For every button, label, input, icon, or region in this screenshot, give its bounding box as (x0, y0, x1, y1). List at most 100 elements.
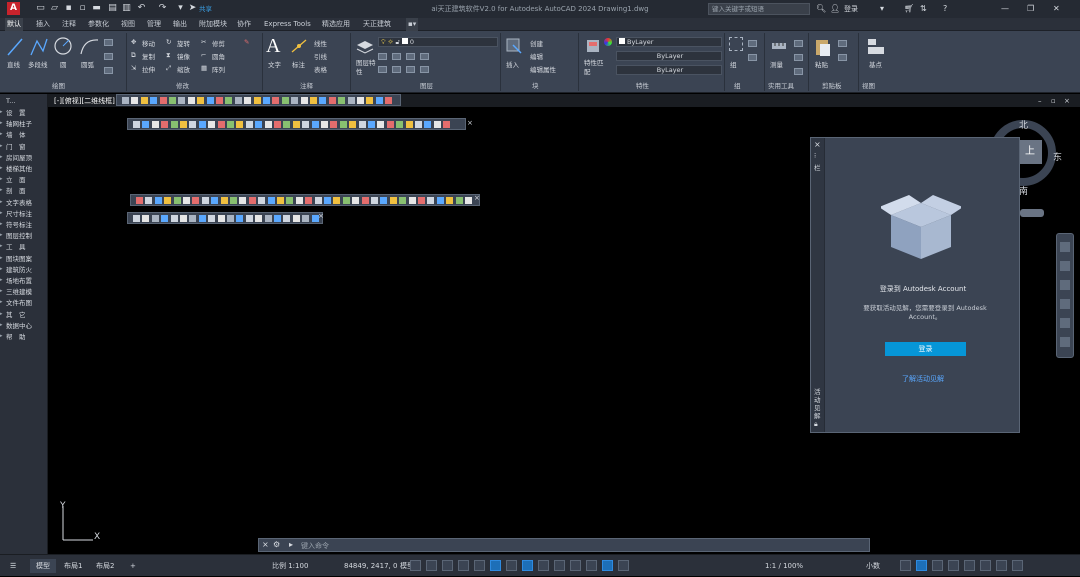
modify-panel-label[interactable]: 修改 (176, 80, 189, 90)
toolbar-tool-icon[interactable] (198, 121, 206, 128)
floating-toolbar-top[interactable] (116, 94, 401, 106)
toolbar-tool-icon[interactable] (159, 97, 167, 104)
rotate-icon[interactable]: ↻ (166, 38, 171, 46)
undo-icon[interactable]: ↶ (136, 3, 147, 14)
save-as-icon[interactable]: ▫ (77, 3, 88, 14)
toolbar-tool-icon[interactable] (206, 97, 214, 104)
status-toggle-icon[interactable] (410, 560, 421, 571)
toolbar-tool-icon[interactable] (283, 215, 291, 222)
toolbar-tool-icon[interactable] (272, 97, 280, 104)
layer-combo[interactable]: 💡︎ ☼ 🔓︎ 0 (378, 37, 498, 47)
toolbar-tool-icon[interactable] (291, 97, 299, 104)
toolbar-tool-icon[interactable] (427, 197, 435, 204)
toolbar-tool-icon[interactable] (161, 215, 169, 222)
status-toggle-icon[interactable] (900, 560, 911, 571)
toolbar-tool-icon[interactable] (377, 121, 385, 128)
toolbar-tool-icon[interactable] (281, 97, 289, 104)
toolbar-tool-icon[interactable] (170, 121, 178, 128)
toolbar-tool-icon[interactable] (227, 121, 234, 128)
layer-tool-icon[interactable] (406, 53, 415, 60)
nav-tool-icon[interactable] (1060, 242, 1070, 252)
toolbar-tool-icon[interactable] (443, 121, 451, 128)
toolbar-tool-icon[interactable] (292, 121, 300, 128)
command-input[interactable]: 键入命令 (301, 541, 329, 551)
side-menu-item[interactable]: 文字表格 (6, 198, 48, 209)
toolbar-tool-icon[interactable] (145, 197, 153, 204)
status-toggle-icon[interactable] (426, 560, 437, 571)
side-menu-item[interactable]: 轴网柱子 (6, 119, 48, 130)
toolbar-tool-icon[interactable] (455, 197, 463, 204)
side-menu-header[interactable]: T... (6, 96, 48, 107)
toolbar-tool-icon[interactable] (133, 215, 140, 222)
group-tool-icon[interactable] (748, 40, 757, 47)
toolbar-tool-icon[interactable] (314, 197, 322, 204)
array-button[interactable]: 阵列 (212, 64, 225, 74)
toolbar-tool-icon[interactable] (295, 197, 303, 204)
toolbar-tool-icon[interactable] (187, 97, 195, 104)
panel-close-icon[interactable]: × (814, 140, 821, 149)
copy-clip-icon[interactable] (838, 40, 847, 47)
save-icon[interactable]: ▪ (63, 3, 74, 14)
toolbar-tool-icon[interactable] (371, 197, 378, 204)
move-button[interactable]: 移动 (142, 38, 155, 48)
toolbar-tool-icon[interactable] (244, 97, 252, 104)
cut-clip-icon[interactable] (838, 54, 847, 61)
status-toggle-icon[interactable] (618, 560, 629, 571)
scale-button[interactable]: 缩放 (177, 64, 190, 74)
toolbar-tool-icon[interactable] (302, 121, 310, 128)
nav-tool-icon[interactable] (1060, 299, 1070, 309)
toolbar-tool-icon[interactable] (151, 121, 159, 128)
tab-output[interactable]: 输出 (171, 18, 189, 31)
toolbar-tool-icon[interactable] (386, 121, 394, 128)
layer-properties-icon[interactable] (355, 37, 375, 57)
toolbar-tool-icon[interactable] (330, 121, 338, 128)
viewcube-top-face[interactable]: 上 (1018, 140, 1042, 164)
erase-icon[interactable]: ✎ (244, 38, 249, 46)
edit-block-button[interactable]: 编辑 (530, 51, 543, 61)
toolbar-tool-icon[interactable] (302, 215, 310, 222)
trim-button[interactable]: 修剪 (212, 38, 225, 48)
linetype-combo[interactable]: ByLayer (616, 51, 722, 61)
toolbar-tool-icon[interactable] (198, 215, 206, 222)
toolbar-tool-icon[interactable] (339, 121, 347, 128)
toolbar-tool-icon[interactable] (220, 197, 228, 204)
tab-express-tools[interactable]: Express Tools (262, 18, 313, 31)
toolbar-tool-icon[interactable] (361, 197, 369, 204)
toolbar-tool-icon[interactable] (446, 197, 454, 204)
create-block-button[interactable]: 创建 (530, 38, 543, 48)
toolbar-tool-icon[interactable] (227, 215, 234, 222)
copy-button[interactable]: 复制 (142, 51, 155, 61)
toolbar-tool-icon[interactable] (216, 97, 223, 104)
mirror-button[interactable]: 镜像 (177, 51, 190, 61)
utilities-panel-label[interactable]: 实用工具 (768, 80, 794, 90)
dropdown-icon[interactable]: ▾ (175, 3, 186, 14)
toolbar-tool-icon[interactable] (178, 97, 186, 104)
user-icon[interactable]: 👤︎ (830, 3, 840, 15)
toolbar-tool-icon[interactable] (283, 121, 291, 128)
sign-in-button[interactable]: 登录 (885, 342, 966, 356)
side-menu-item[interactable]: 建筑防火 (6, 265, 48, 276)
side-menu-item[interactable]: 数据中心 (6, 321, 48, 332)
ucs-menu-button[interactable] (1020, 209, 1044, 217)
toolbar-tool-icon[interactable] (192, 197, 200, 204)
side-menu-item[interactable]: 立 面 (6, 175, 48, 186)
toolbar-tool-icon[interactable] (230, 197, 237, 204)
status-toggle-icon[interactable] (554, 560, 565, 571)
side-menu-item[interactable]: 门 窗 (6, 142, 48, 153)
toolbar-tool-icon[interactable] (399, 197, 407, 204)
rectangle-icon[interactable] (104, 39, 113, 46)
clipboard-panel-label[interactable]: 剪贴板 (822, 80, 842, 90)
toolbar-tool-icon[interactable] (245, 121, 253, 128)
toolbar-tool-icon[interactable] (389, 197, 397, 204)
draw-panel-label[interactable]: 绘图 (52, 80, 65, 90)
tab-addins[interactable]: 附加模块 (197, 18, 229, 31)
toolbar-close-icon[interactable]: × (474, 194, 480, 202)
help-icon[interactable]: ? (943, 3, 947, 15)
toolbar-tool-icon[interactable] (248, 197, 256, 204)
group-icon[interactable] (729, 37, 743, 51)
side-menu-item[interactable]: 工 具 (6, 242, 48, 253)
toolbar-tool-icon[interactable] (292, 215, 300, 222)
toolbar-tool-icon[interactable] (151, 215, 159, 222)
tab-parametric[interactable]: 参数化 (86, 18, 111, 31)
fillet-button[interactable]: 圆角 (212, 51, 225, 61)
